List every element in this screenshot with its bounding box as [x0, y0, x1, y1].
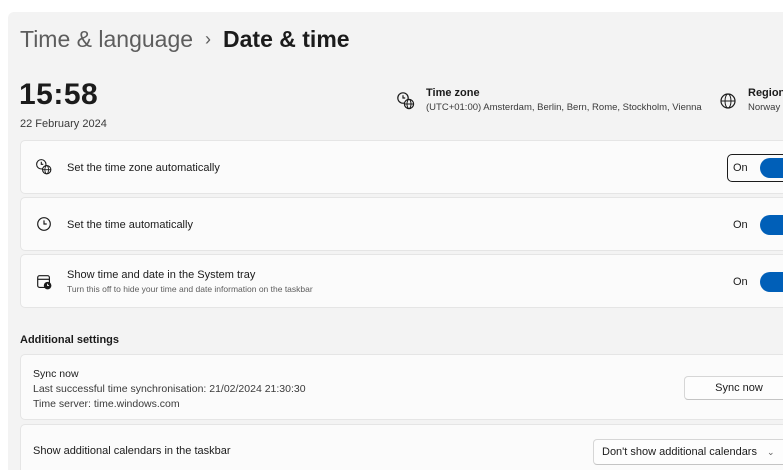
- chevron-down-icon: ⌄: [766, 446, 775, 457]
- page-title: Date & time: [223, 26, 350, 52]
- toggle-state-label: On: [733, 276, 748, 288]
- calendar-clock-icon: [37, 275, 52, 290]
- current-date: 22 February 2024: [20, 118, 107, 130]
- region-summary: Region Norway: [718, 87, 783, 113]
- setting-label: Show time and date in the System tray: [67, 269, 256, 281]
- sync-now-button[interactable]: Sync now: [684, 376, 783, 400]
- auto-time-toggle[interactable]: On: [733, 215, 783, 235]
- setting-label-group: Show time and date in the System tray Tu…: [67, 269, 313, 294]
- toggle-switch[interactable]: [759, 272, 783, 292]
- setting-auto-time: Set the time automatically On: [20, 197, 783, 251]
- time-server-text: Time server: time.windows.com: [33, 398, 180, 410]
- toggle-switch[interactable]: [759, 158, 783, 178]
- toggle-state-label: On: [733, 219, 748, 231]
- sync-title: Sync now: [33, 368, 79, 380]
- breadcrumb: Time & language › Date & time: [20, 26, 350, 53]
- setting-description: Turn this off to hide your time and date…: [67, 284, 313, 294]
- breadcrumb-time-language[interactable]: Time & language: [20, 26, 193, 53]
- toggle-state-label: On: [733, 162, 748, 174]
- last-sync-text: Last successful time synchronisation: 21…: [33, 383, 306, 395]
- region-title: Region: [748, 87, 783, 99]
- toggle-switch[interactable]: [759, 215, 783, 235]
- setting-label: Set the time automatically: [67, 219, 193, 231]
- breadcrumb-separator: ›: [205, 29, 212, 49]
- timezone-value: (UTC+01:00) Amsterdam, Berlin, Bern, Rom…: [426, 102, 702, 113]
- calendars-selected: Don't show additional calendars: [602, 446, 757, 458]
- timezone-summary: Time zone (UTC+01:00) Amsterdam, Berlin,…: [396, 87, 702, 113]
- timezone-title: Time zone: [426, 87, 480, 99]
- calendars-label: Show additional calendars in the taskbar: [33, 445, 231, 457]
- calendars-dropdown[interactable]: Don't show additional calendars ⌄: [593, 439, 783, 465]
- setting-system-tray: Show time and date in the System tray Tu…: [20, 254, 783, 308]
- sync-info: Sync now Last successful time synchronis…: [33, 367, 306, 412]
- settings-page: Time & language › Date & time 15:58 22 F…: [8, 12, 783, 470]
- timezone-globe-icon: [36, 159, 52, 175]
- region-value: Norway: [748, 102, 781, 113]
- clock-icon: [37, 217, 51, 231]
- current-time: 15:58: [19, 78, 99, 111]
- setting-label: Set the time zone automatically: [67, 162, 220, 174]
- setting-auto-timezone: Set the time zone automatically On: [20, 140, 783, 194]
- system-tray-toggle[interactable]: On: [733, 272, 783, 292]
- additional-settings-heading: Additional settings: [20, 334, 119, 346]
- auto-timezone-toggle[interactable]: On: [727, 154, 783, 182]
- globe-icon: [720, 93, 736, 109]
- timezone-globe-icon: [397, 92, 415, 110]
